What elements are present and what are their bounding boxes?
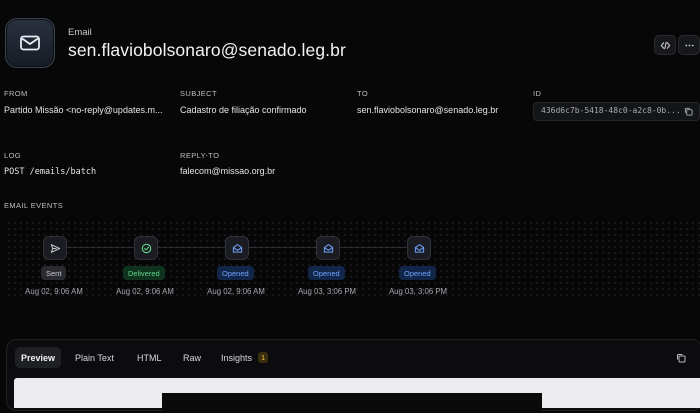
send-icon [50,243,60,253]
status-badge: Opened [217,266,254,280]
insights-count-badge: 1 [258,352,269,363]
timeline-connector [156,247,226,248]
copy-icon[interactable] [684,107,693,116]
event-node-delivered[interactable] [134,236,158,260]
page-subtitle: Email [68,27,92,38]
tab-raw[interactable]: Raw [177,347,207,368]
more-button[interactable] [678,35,700,55]
tab-insights[interactable]: Insights 1 [215,347,274,368]
log-value[interactable]: POST /emails/batch [4,167,174,177]
to-label: TO [357,89,369,98]
event-time: Aug 03, 3:06 PM [297,287,357,296]
tab-plain-text[interactable]: Plain Text [69,347,120,368]
events-title: EMAIL EVENTS [4,201,64,210]
from-value: Partido Missão <no-reply@updates.m... [4,105,163,115]
email-preview-content [162,393,542,413]
code-icon [660,41,670,49]
event-node-opened[interactable] [407,236,431,260]
check-circle-icon [141,243,151,253]
mail-icon [20,35,40,51]
event-time: Aug 02, 9:06 AM [116,287,174,296]
subject-value: Cadastro de filiação confirmado [180,105,307,115]
mail-open-icon [323,243,333,253]
tab-html[interactable]: HTML [131,347,168,368]
timeline-connector [338,247,408,248]
id-field[interactable]: 436d6c7b-5418-48c0-a2c8-0b... [533,102,700,121]
tab-insights-label: Insights [221,352,253,363]
timeline-connector [247,247,317,248]
timeline-connector [65,247,135,248]
email-logo [5,18,55,68]
event-node-opened[interactable] [225,236,249,260]
reply-to-value: falecom@missao.org.br [180,166,276,176]
code-button[interactable] [654,35,676,55]
status-badge: Delivered [123,266,165,280]
subject-label: SUBJECT [180,89,217,98]
status-badge: Sent [41,266,67,280]
page-title: sen.flaviobolsonaro@senado.leg.br [68,40,346,60]
tab-preview[interactable]: Preview [15,347,62,368]
copy-icon[interactable] [676,353,686,363]
mail-open-icon [232,243,242,253]
log-label: LOG [4,151,22,160]
event-time: Aug 02, 9:06 AM [25,287,83,296]
reply-to-label: REPLY-TO [180,151,220,160]
event-time: Aug 03, 3:06 PM [388,287,448,296]
id-value: 436d6c7b-5418-48c0-a2c8-0b... [541,106,681,115]
event-node-opened[interactable] [316,236,340,260]
event-node-sent[interactable] [43,236,67,260]
to-value: sen.flaviobolsonaro@senado.leg.br [357,105,499,115]
status-badge: Opened [308,266,345,280]
mail-open-icon [414,243,424,253]
from-label: FROM [4,89,28,98]
id-label: ID [533,89,542,98]
event-time: Aug 02, 9:06 AM [207,287,265,296]
more-horizontal-icon [684,44,694,46]
status-badge: Opened [399,266,436,280]
